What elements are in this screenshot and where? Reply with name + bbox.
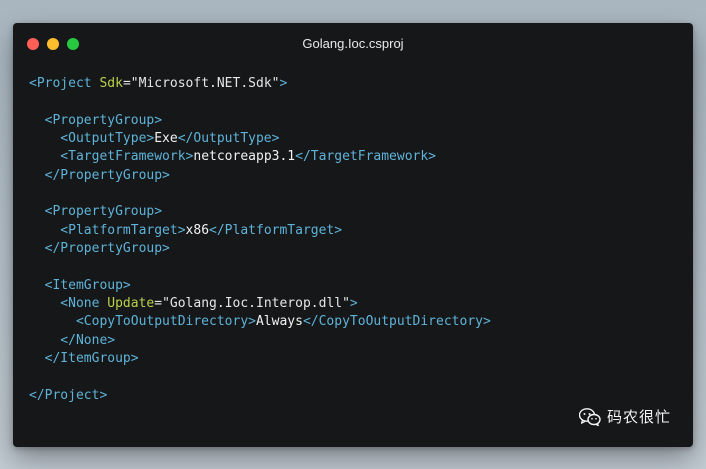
code-window: Golang.Ioc.csproj <Project Sdk="Microsof… bbox=[13, 23, 693, 447]
title-bar: Golang.Ioc.csproj bbox=[13, 23, 693, 67]
code-line: </ItemGroup> bbox=[29, 350, 491, 368]
code-token-tag: </ItemGroup> bbox=[29, 351, 139, 367]
code-line: </Project> bbox=[29, 387, 491, 405]
code-token-val: "Microsoft.NET.Sdk" bbox=[130, 76, 280, 91]
code-token-tag: <CopyToOutputDirectory> bbox=[29, 314, 256, 330]
code-token-txt: netcoreapp3.1 bbox=[193, 149, 296, 165]
code-token-tag: </CopyToOutputDirectory> bbox=[302, 314, 491, 330]
code-token-tag: </Project> bbox=[29, 387, 108, 403]
code-token-attr: Update bbox=[107, 296, 155, 312]
code-token-txt: Always bbox=[255, 314, 303, 330]
code-line: <None Update="Golang.Ioc.Interop.dll"> bbox=[29, 295, 491, 313]
code-line: <PropertyGroup> bbox=[29, 203, 491, 221]
code-token-tag: > bbox=[279, 76, 288, 91]
code-line: <OutputType>Exe</OutputType> bbox=[29, 130, 491, 148]
code-token-txt: Exe bbox=[154, 131, 178, 147]
code-token-tag: </None> bbox=[29, 332, 116, 348]
code-line: <PropertyGroup> bbox=[29, 112, 491, 130]
code-token-tag: </PropertyGroup> bbox=[29, 167, 170, 183]
code-line: </PropertyGroup> bbox=[29, 167, 491, 185]
code-token-tag: <TargetFramework> bbox=[29, 149, 194, 165]
code-token-val: = bbox=[154, 296, 163, 312]
code-token-tag: <Project bbox=[29, 76, 100, 91]
code-line: </PropertyGroup> bbox=[29, 240, 491, 258]
wechat-icon bbox=[578, 407, 601, 426]
code-token-tag: <ItemGroup> bbox=[29, 277, 131, 293]
code-line: <TargetFramework>netcoreapp3.1</TargetFr… bbox=[29, 148, 491, 166]
code-token-attr: Sdk bbox=[99, 76, 123, 91]
code-token-val: = bbox=[122, 76, 131, 91]
code-token-txt: x86 bbox=[185, 222, 210, 238]
window-title: Golang.Ioc.csproj bbox=[302, 36, 404, 51]
code-line: <CopyToOutputDirectory>Always</CopyToOut… bbox=[29, 313, 491, 331]
code-token-tag: </TargetFramework> bbox=[295, 149, 437, 165]
watermark-text: 码农很忙 bbox=[606, 408, 671, 426]
watermark: 码农很忙 bbox=[578, 406, 671, 427]
code-line: <Project Sdk="Microsoft.NET.Sdk"> bbox=[29, 75, 491, 93]
code-token-tag: <PropertyGroup> bbox=[29, 204, 163, 220]
code-token-tag: > bbox=[349, 296, 358, 312]
code-token-tag: <OutputType> bbox=[29, 131, 155, 147]
code-token-tag: </PlatformTarget> bbox=[209, 222, 343, 238]
code-token-tag: </OutputType> bbox=[177, 131, 280, 147]
code-block: <Project Sdk="Microsoft.NET.Sdk"> <Prope… bbox=[29, 75, 491, 405]
code-token-tag: </PropertyGroup> bbox=[29, 241, 170, 257]
code-token-tag: <PlatformTarget> bbox=[29, 222, 186, 238]
code-line: <PlatformTarget>x86</PlatformTarget> bbox=[29, 222, 491, 240]
code-token-tag: <None bbox=[29, 296, 108, 312]
code-token-tag: <PropertyGroup> bbox=[29, 112, 163, 128]
code-line: <ItemGroup> bbox=[29, 277, 491, 295]
code-line: </None> bbox=[29, 332, 491, 350]
code-token-val: "Golang.Ioc.Interop.dll" bbox=[162, 296, 350, 312]
